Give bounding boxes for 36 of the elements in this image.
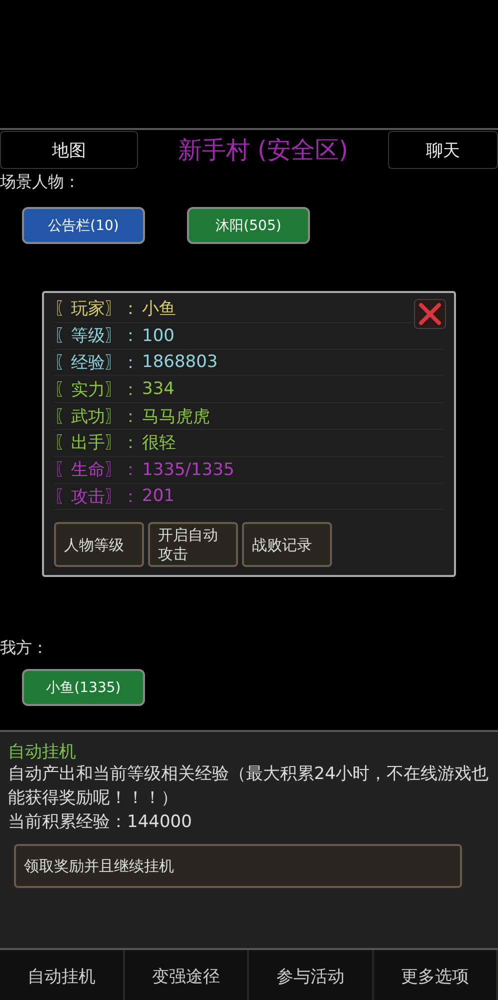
experience-text: 当前积累经验：144000 xyxy=(8,810,193,834)
section-label: 我方： xyxy=(0,637,49,659)
stat-label: 〖实力〗： xyxy=(54,378,140,401)
bottom-tab[interactable]: 更多选项 xyxy=(374,950,498,1000)
stat-label: 〖出手〗： xyxy=(54,432,140,454)
dialog-button[interactable]: 战败记录 xyxy=(242,522,332,568)
dialog-button[interactable]: 开启自动攻击 xyxy=(148,522,238,568)
stat-value: 1335/1335 xyxy=(142,460,234,480)
dialog-button[interactable]: 人物等级 xyxy=(54,522,144,568)
section-label: 场景人物： xyxy=(0,171,81,193)
stat-value: 201 xyxy=(142,486,174,506)
unit-button[interactable]: 小鱼(1335) xyxy=(22,669,145,706)
map-button[interactable]: 地图 xyxy=(0,131,138,169)
bottom-tab[interactable]: 参与活动 xyxy=(249,950,374,1000)
description-text: 自动产出和当前等级相关经验（最大积累24小时，不在线游戏也能获得奖励呢！！！） xyxy=(8,763,490,810)
stat-value: 马马虎虎 xyxy=(142,406,210,428)
close-icon[interactable] xyxy=(414,299,446,329)
bottom-tab[interactable]: 自动挂机 xyxy=(0,950,124,1000)
stat-label: 〖生命〗： xyxy=(54,459,140,482)
stat-value: 100 xyxy=(142,326,174,346)
unit-button[interactable]: 公告栏(10) xyxy=(22,207,145,244)
stat-value: 1868803 xyxy=(142,352,218,372)
chat-button[interactable]: 聊天 xyxy=(388,131,498,169)
stat-label: 〖等级〗： xyxy=(54,325,140,348)
stat-label: 〖攻击〗： xyxy=(54,486,140,508)
stat-value: 很轻 xyxy=(142,432,176,454)
stat-label: 〖玩家〗： xyxy=(54,298,140,320)
panel-title: 自动挂机 xyxy=(8,741,77,763)
claim-button[interactable]: 领取奖励并且继续挂机 xyxy=(14,844,462,888)
stat-value: 小鱼 xyxy=(142,298,176,320)
unit-button[interactable]: 沐阳(505) xyxy=(187,207,310,244)
stat-label: 〖经验〗： xyxy=(54,352,140,374)
bottom-tab[interactable]: 变强途径 xyxy=(124,950,249,1000)
stat-label: 〖武功〗： xyxy=(54,406,140,428)
area-title: 新手村 (安全区) xyxy=(178,135,348,166)
stat-value: 334 xyxy=(142,379,174,400)
